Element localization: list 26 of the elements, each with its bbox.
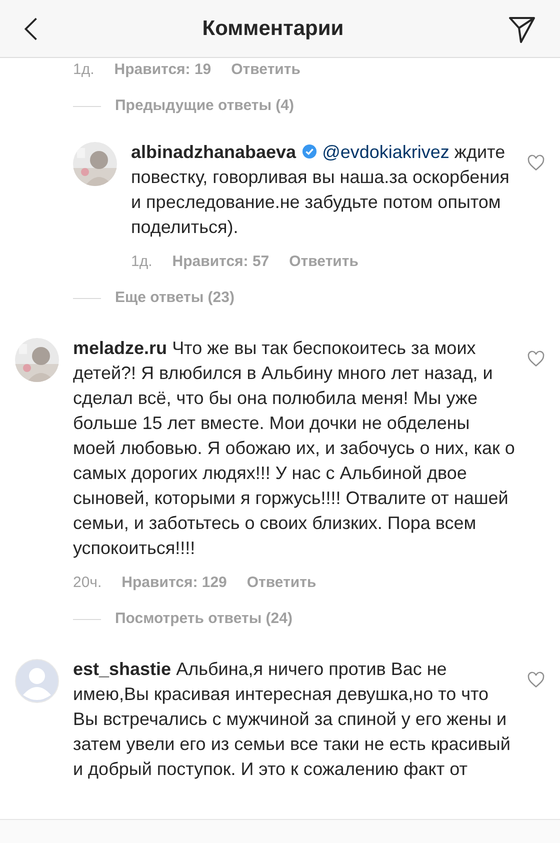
- replies-toggle[interactable]: Еще ответы (23): [115, 288, 234, 308]
- heart-icon[interactable]: [527, 671, 545, 689]
- back-icon[interactable]: [24, 16, 38, 42]
- replies-toggle[interactable]: Предыдущие ответы (4): [115, 96, 294, 116]
- reply-link[interactable]: Ответить: [289, 252, 358, 272]
- heart-icon[interactable]: [527, 350, 545, 368]
- avatar-icon: [15, 659, 59, 703]
- mention-link[interactable]: @evdokiakrivez: [322, 142, 450, 162]
- comment-time: 20ч.: [73, 573, 102, 593]
- heart-icon[interactable]: [527, 154, 545, 172]
- likes-count[interactable]: Нравится: 129: [122, 573, 227, 593]
- username-link[interactable]: albinadzhanabaeva: [131, 142, 296, 162]
- reply-link[interactable]: Ответить: [246, 573, 316, 593]
- comment-text: est_shastie Альбина,я ничего против Вас не имею,Вы красивая интересная девушка,но то что Вы встречались с мужчиной за спиной у его жены и затем увели его из семьи все таки не есть красивый и добрый поступок. И это к сожалению факт от: [73, 658, 512, 781]
- comment-time: 1д.: [73, 60, 94, 80]
- comment-text: albinadzhanabaeva @evdokiakrivez ждите повестку, говорливая вы наша.за оскорбения и преследование.не забудьте потом опытом поделиться).: [131, 141, 510, 239]
- likes-count[interactable]: Нравится: 19: [114, 60, 212, 80]
- username-link[interactable]: meladze.ru: [73, 338, 168, 358]
- page-title: Комментарии: [202, 16, 344, 42]
- send-icon[interactable]: [508, 14, 536, 42]
- username-link[interactable]: est_shastie: [73, 659, 172, 679]
- replies-toggle[interactable]: Посмотреть ответы (24): [115, 609, 292, 629]
- reply-link[interactable]: Ответить: [231, 60, 300, 80]
- likes-count[interactable]: Нравится: 57: [172, 252, 270, 272]
- comment-text: meladze.ru Что же вы так беспокоитесь за моих детей?! Я влюбился в Альбину много лет назад, и сделал всё, что бы она полюбила меня! Мы уже больше 15 лет вместе. Мои дочки не обделены моей любовью. Я обожаю их, и забочусь о них, как о самых дорогих людях!!! У нас с Альбиной двое сыновей, которыми я горжусь!!!! Отвалите от нашей семьи, и заботьтесь о своих близких. Пора всем успокоиться!!!!: [73, 337, 516, 560]
- comment-time: 1д.: [131, 252, 152, 272]
